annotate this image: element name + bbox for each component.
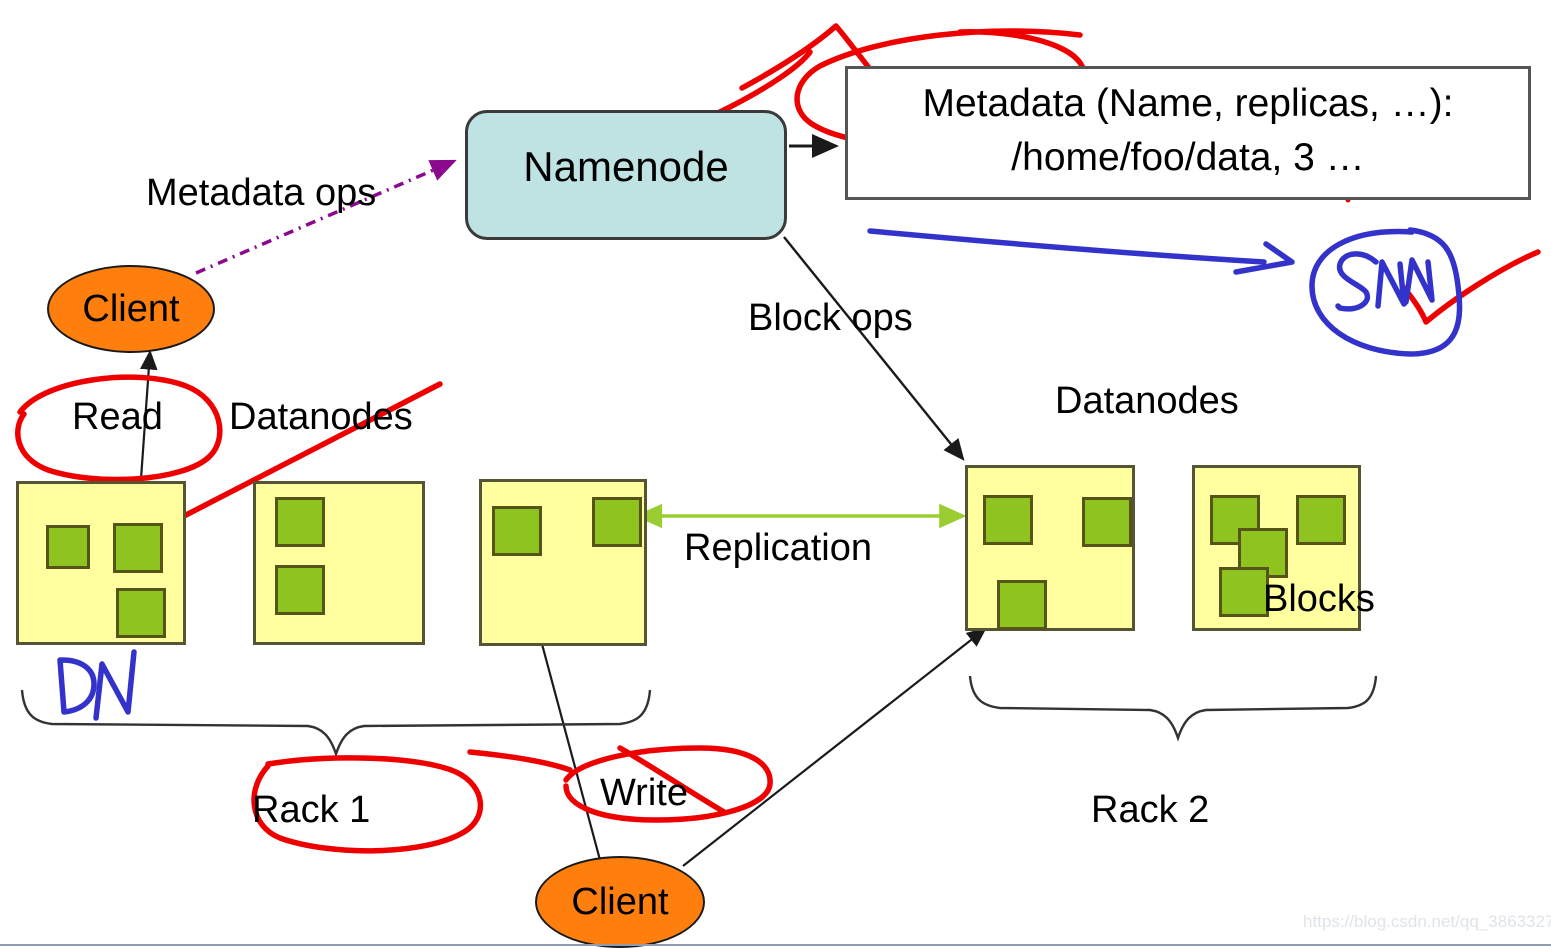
block[interactable] [275, 497, 325, 547]
label-blocks: Blocks [1263, 578, 1375, 620]
red-stroke-left-of-write [467, 749, 573, 773]
blue-arrow-to-snn [867, 228, 1267, 265]
blue-letter-s [1335, 251, 1379, 312]
block[interactable] [113, 523, 163, 573]
block[interactable] [116, 588, 166, 638]
label-read: Read [72, 396, 163, 438]
block-ops-arrow [783, 236, 965, 461]
hdfs-architecture-diagram: Namenode Metadata (Name, replicas, …): /… [0, 0, 1551, 949]
block[interactable] [46, 525, 90, 569]
blue-letter-d [57, 657, 97, 715]
bottom-divider [0, 944, 1551, 946]
client-node-bottom[interactable]: Client [535, 856, 705, 948]
label-rack1: Rack 1 [252, 789, 371, 831]
label-replication: Replication [684, 527, 872, 569]
metadata-line-2: /home/foo/data, 3 … [1011, 136, 1365, 179]
rack2-brace [968, 675, 1378, 742]
label-block-ops: Block ops [748, 297, 913, 339]
blue-letter-n1 [1375, 259, 1407, 309]
metadata-line-1: Metadata (Name, replicas, …): [922, 82, 1454, 125]
block[interactable] [983, 495, 1033, 545]
blue-arrow-head-snn [1233, 241, 1295, 275]
block[interactable] [492, 506, 542, 556]
block[interactable] [592, 497, 642, 547]
block[interactable] [1082, 497, 1132, 547]
block[interactable] [1296, 495, 1346, 545]
label-rack2: Rack 2 [1091, 789, 1210, 831]
watermark: https://blog.csdn.net/qq_38633279 [1303, 912, 1551, 931]
block[interactable] [1219, 567, 1269, 617]
datanode-rack2-1[interactable] [965, 465, 1135, 631]
label-datanodes-rack1: Datanodes [229, 396, 413, 438]
label-write: Write [600, 772, 688, 814]
label-datanodes-rack2: Datanodes [1055, 380, 1239, 422]
blue-circle-snn [1309, 227, 1463, 357]
blue-letter-n [93, 649, 137, 721]
block[interactable] [997, 580, 1047, 630]
block[interactable] [275, 565, 325, 615]
label-metadata-ops: Metadata ops [146, 172, 377, 214]
client-node-top[interactable]: Client [47, 265, 215, 353]
namenode-label: Namenode [523, 143, 729, 190]
